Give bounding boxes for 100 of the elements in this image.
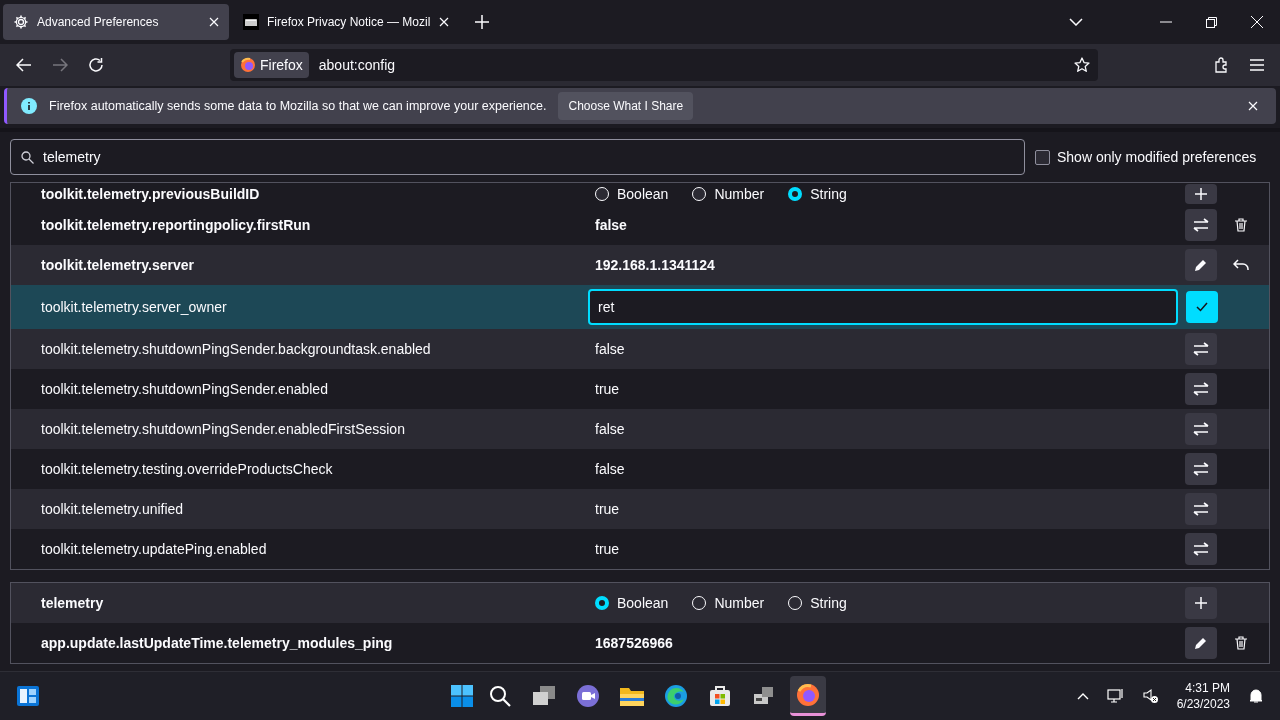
preference-name: toolkit.telemetry.reportingpolicy.firstRun xyxy=(40,217,312,233)
widgets-icon[interactable] xyxy=(16,685,40,707)
search-icon xyxy=(21,151,34,164)
add-button[interactable] xyxy=(1185,587,1217,619)
radio-label: String xyxy=(810,595,847,611)
swap-arrows-icon xyxy=(1193,218,1209,232)
swap-arrows-icon xyxy=(1193,382,1209,396)
toggle-button[interactable] xyxy=(1185,333,1217,365)
address-bar[interactable]: Firefox about:config xyxy=(230,49,1098,81)
preference-name: toolkit.telemetry.previousBuildID xyxy=(40,186,261,202)
taskbar-app[interactable] xyxy=(790,676,827,716)
edit-button[interactable] xyxy=(1185,249,1217,281)
radio-label: Number xyxy=(714,186,765,202)
close-icon[interactable] xyxy=(209,17,219,27)
choose-what-i-share-button[interactable]: Choose What I Share xyxy=(558,92,694,120)
info-icon xyxy=(21,98,37,114)
network-icon[interactable] xyxy=(1106,688,1125,704)
swap-arrows-icon xyxy=(1193,342,1209,356)
preference-name: telemetry xyxy=(40,595,105,611)
preference-value: true xyxy=(595,541,620,557)
value-input-field[interactable]: ret xyxy=(588,289,1179,325)
browser-tab[interactable]: Advanced Preferences xyxy=(3,4,229,40)
swap-arrows-icon xyxy=(1193,502,1209,516)
forward-icon[interactable] xyxy=(52,58,68,72)
close-window-icon[interactable] xyxy=(1251,16,1263,28)
video-chat-icon xyxy=(576,684,601,708)
chevron-up-icon[interactable] xyxy=(1076,692,1089,700)
identity-button[interactable]: Firefox xyxy=(234,52,309,78)
swap-arrows-icon xyxy=(1193,422,1209,436)
preference-value: false xyxy=(595,461,625,477)
add-button[interactable] xyxy=(1185,184,1217,204)
chevron-down-icon[interactable] xyxy=(1069,18,1083,26)
toggle-button[interactable] xyxy=(1185,453,1217,485)
preference-value: false xyxy=(595,341,625,357)
radio-label: Boolean xyxy=(617,595,669,611)
pencil-icon xyxy=(1194,636,1208,650)
speaker-muted-icon[interactable] xyxy=(1142,688,1159,704)
radio-button[interactable] xyxy=(788,187,803,201)
close-icon[interactable] xyxy=(1248,101,1258,111)
radio-button[interactable] xyxy=(595,596,609,610)
task-view-icon xyxy=(532,685,557,707)
star-icon[interactable] xyxy=(1074,57,1090,73)
undo-icon[interactable] xyxy=(1233,259,1249,271)
preference-name: toolkit.telemetry.server_owner xyxy=(40,299,228,315)
url-text: about:config xyxy=(318,57,396,73)
bell-icon[interactable] xyxy=(1248,688,1264,704)
menu-icon[interactable] xyxy=(1250,59,1264,71)
search-icon xyxy=(489,685,512,707)
radio-label: Number xyxy=(714,595,765,611)
clock-time[interactable]: 4:31 PM xyxy=(1185,680,1230,696)
preference-value: true xyxy=(595,381,620,397)
checkbox-label: Show only modified preferences xyxy=(1057,149,1257,165)
browser-icon xyxy=(664,684,689,708)
preference-value: false xyxy=(595,217,627,233)
pencil-icon xyxy=(1194,258,1208,272)
preference-name: toolkit.telemetry.server xyxy=(40,257,196,273)
restore-icon[interactable] xyxy=(1206,16,1217,28)
check-icon xyxy=(1196,302,1209,312)
preference-name: app.update.lastUpdateTime.telemetry_modules_ping xyxy=(40,635,394,651)
new-tab-icon[interactable] xyxy=(475,15,489,29)
back-icon[interactable] xyxy=(16,58,32,72)
toggle-button[interactable] xyxy=(1185,413,1217,445)
preference-name: toolkit.telemetry.shutdownPingSender.enabled xyxy=(40,381,329,397)
firefox-logo-icon xyxy=(796,682,821,707)
puzzle-icon[interactable] xyxy=(1214,57,1230,73)
plus-icon xyxy=(1195,188,1207,200)
preference-name: toolkit.telemetry.shutdownPingSender.backgroundtask.enabled xyxy=(40,341,432,357)
start-icon[interactable] xyxy=(450,684,475,708)
site-logo-icon xyxy=(243,14,259,30)
trash-icon[interactable] xyxy=(1235,636,1247,650)
notification-message: Firefox automatically sends some data to Mozilla so that we can improve your experience. xyxy=(49,99,547,113)
toggle-button[interactable] xyxy=(1185,209,1217,241)
preference-value: 192.168.1.1341124 xyxy=(595,257,715,273)
clock-date[interactable]: 6/23/2023 xyxy=(1176,696,1230,712)
preference-value: true xyxy=(595,501,620,517)
radio-label: Boolean xyxy=(617,186,669,202)
toggle-button[interactable] xyxy=(1185,373,1217,405)
trash-icon[interactable] xyxy=(1235,218,1247,232)
preference-value: 1687526966 xyxy=(595,635,673,651)
reload-icon[interactable] xyxy=(88,57,104,73)
gear-icon xyxy=(13,14,29,30)
folder-icon xyxy=(619,685,646,707)
search-field[interactable]: telemetry xyxy=(10,139,1025,175)
toggle-button[interactable] xyxy=(1185,533,1217,565)
close-icon[interactable] xyxy=(439,17,449,27)
save-button[interactable] xyxy=(1186,291,1219,323)
plus-icon xyxy=(1195,597,1207,609)
radio-label: String xyxy=(810,186,847,202)
preference-name: toolkit.telemetry.unified xyxy=(40,501,185,517)
preference-name: toolkit.telemetry.testing.overrideProductsCheck xyxy=(40,461,334,477)
store-icon xyxy=(708,684,733,708)
edit-button[interactable] xyxy=(1185,627,1217,659)
preference-value: false xyxy=(595,421,625,437)
preference-name: toolkit.telemetry.updatePing.enabled xyxy=(40,541,268,557)
swap-arrows-icon xyxy=(1193,462,1209,476)
preference-name: toolkit.telemetry.shutdownPingSender.enabledFirstSession xyxy=(40,421,406,437)
firefox-logo-icon xyxy=(240,57,256,73)
swap-arrows-icon xyxy=(1193,542,1209,556)
toggle-button[interactable] xyxy=(1185,493,1217,525)
checkbox[interactable] xyxy=(1035,149,1050,165)
